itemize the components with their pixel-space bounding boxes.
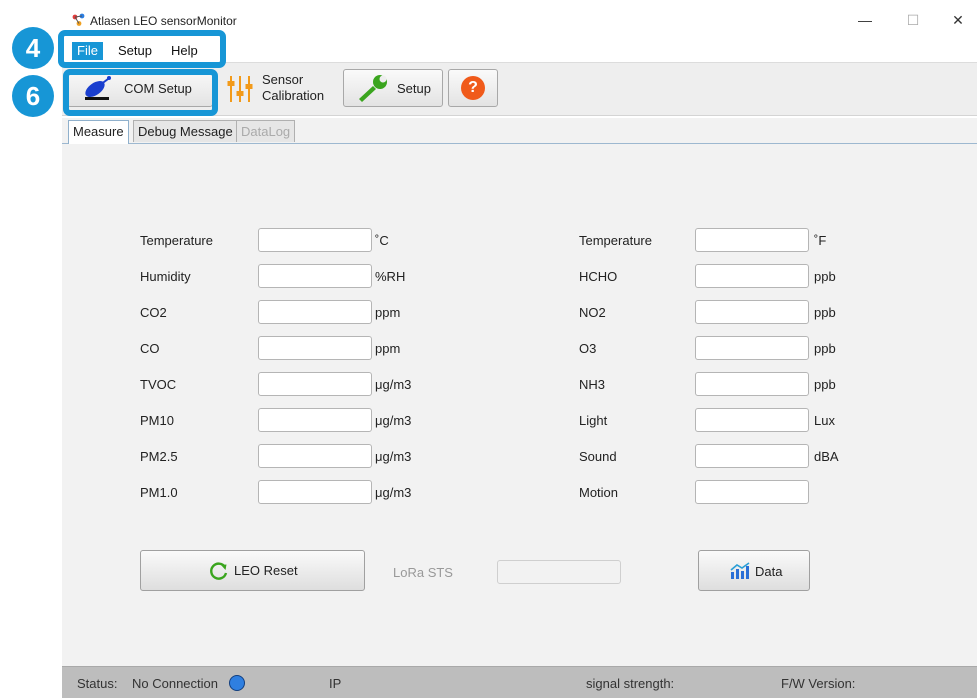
left-measure-unit: μg/m3 [375,413,412,428]
left-measure-label: CO2 [140,305,167,320]
right-measure-value-field[interactable] [695,336,809,360]
right-measure-unit: dBA [814,449,839,464]
left-measure-label: Humidity [140,269,191,284]
annotation-badge-4: 4 [12,27,54,69]
connection-status: No Connection [132,676,218,691]
right-measure-unit: ppb [814,377,836,392]
left-measure-value-field[interactable] [258,336,372,360]
left-measure-label: Temperature [140,233,213,248]
tab-debug-message[interactable]: Debug Message [133,120,238,142]
help-button[interactable]: ? [448,69,498,107]
left-measure-label: CO [140,341,160,356]
left-measure-value-field[interactable] [258,444,372,468]
right-measure-label: Light [579,413,608,428]
connection-indicator-icon [229,675,245,691]
measure-panel: Temperature ˚C Humidity %RH CO2 ppm CO ppm TVOC μ… [62,144,977,666]
bar-chart-icon [730,562,750,579]
minimize-button[interactable]: — [848,8,882,32]
right-measure-value-field[interactable] [695,300,809,324]
left-measure-value-field[interactable] [258,300,372,324]
right-measure-label: Motion [579,485,619,500]
left-measure-unit: ppm [375,341,401,356]
close-button[interactable]: ✕ [941,8,975,32]
leo-reset-button[interactable]: LEO Reset [140,550,365,591]
left-measure-unit: %RH [375,269,406,284]
annotation-menu-highlight [58,30,226,68]
setup-button[interactable]: Setup [343,69,443,107]
right-measure-label: HCHO [579,269,618,284]
sliders-icon [227,76,253,102]
annotation-com-setup-highlight [63,69,218,116]
right-measure-label: O3 [579,341,597,356]
right-measure-unit: ppb [814,341,836,356]
left-measure-value-field[interactable] [258,408,372,432]
left-measure-value-field[interactable] [258,264,372,288]
right-measure-unit: ppb [814,269,836,284]
right-measure-unit: Lux [814,413,835,428]
left-measure-unit: ppm [375,305,401,320]
setup-button-label: Setup [397,81,431,96]
left-measure-label: PM2.5 [140,449,178,464]
annotation-badge-6: 6 [12,75,54,117]
data-button[interactable]: Data [698,550,810,591]
left-measure-value-field[interactable] [258,480,372,504]
left-measure-unit: μg/m3 [375,485,412,500]
right-measure-value-field[interactable] [695,264,809,288]
right-measure-value-field[interactable] [695,480,809,504]
left-measure-unit: μg/m3 [375,449,412,464]
ip-label: IP [329,676,342,691]
sensor-calibration-label-line1: Sensor [262,72,304,87]
wrench-icon [359,75,387,102]
right-measure-label: Temperature [579,233,652,248]
refresh-icon [210,562,228,580]
signal-strength-label: signal strength: [586,676,675,691]
right-measure-value-field[interactable] [695,408,809,432]
help-icon: ? [461,76,485,100]
left-measure-value-field[interactable] [258,228,372,252]
lora-sts-field [497,560,621,584]
sensor-calibration-button[interactable]: Sensor Calibration [219,69,339,107]
status-bar: Status: No Connection IP signal strength… [62,666,977,698]
maximize-button[interactable]: ☐ [896,8,930,32]
right-measure-unit: ppb [814,305,836,320]
left-measure-value-field[interactable] [258,372,372,396]
lora-sts-label: LoRa STS [393,565,453,580]
right-measure-unit: ˚F [814,233,827,248]
tab-bar: Measure Debug Message DataLog [62,118,977,144]
leo-reset-label: LEO Reset [234,563,298,578]
data-button-label: Data [755,564,783,579]
left-measure-unit: ˚C [375,233,389,248]
right-measure-value-field[interactable] [695,444,809,468]
right-measure-label: NH3 [579,377,606,392]
window-title: Atlasen LEO sensorMonitor [90,14,237,28]
left-measure-unit: μg/m3 [375,377,412,392]
tab-measure[interactable]: Measure [68,120,129,144]
sensor-calibration-label-line2: Calibration [262,88,325,103]
right-measure-label: Sound [579,449,617,464]
left-measure-label: PM10 [140,413,174,428]
firmware-version-label: F/W Version: [781,676,856,691]
tab-datalog: DataLog [236,120,296,142]
right-measure-value-field[interactable] [695,372,809,396]
right-measure-label: NO2 [579,305,606,320]
left-measure-label: TVOC [140,377,177,392]
app-logo-icon [72,13,85,26]
right-measure-value-field[interactable] [695,228,809,252]
left-measure-label: PM1.0 [140,485,178,500]
status-label: Status: [77,676,118,691]
